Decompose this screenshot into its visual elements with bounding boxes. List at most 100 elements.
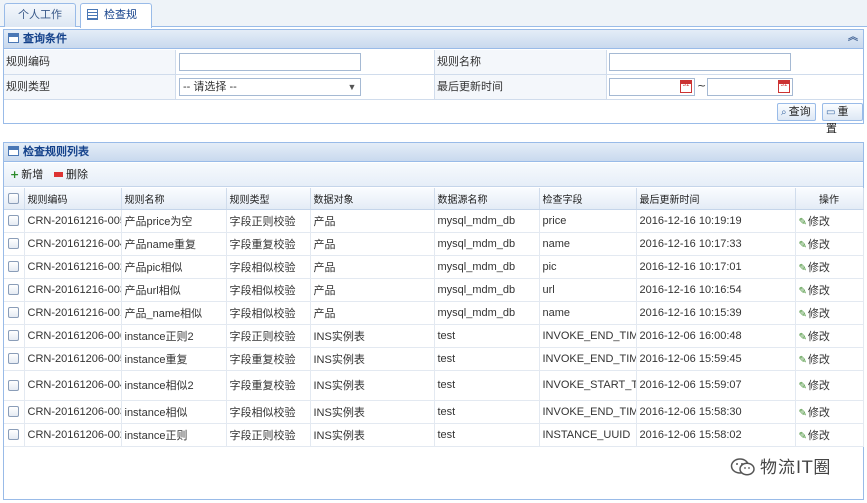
cell-updated: 2016-12-06 15:59:07 (636, 370, 796, 401)
cell-updated: 2016-12-06 16:00:48 (636, 324, 796, 348)
cell-source: mysql_mdm_db (434, 301, 540, 325)
table-row[interactable]: CRN-20161206-002 instance正则 字段正则校验 INS实例表 te… (4, 423, 864, 447)
cell-name: instance重复 (121, 347, 227, 371)
cell-source: mysql_mdm_db (434, 232, 540, 256)
cell-field: name (539, 232, 637, 256)
tab-check-rules[interactable]: 检查规则:. (80, 3, 152, 43)
cell-field: url (539, 278, 637, 302)
column-header[interactable]: 检查字段 (539, 188, 637, 210)
minus-icon (54, 172, 63, 177)
grid-icon (87, 9, 98, 20)
table-row[interactable]: CRN-20161206-005 instance重复 字段重复校验 INS实例表 te… (4, 347, 864, 371)
cell-code: CRN-20161206-002 (24, 423, 122, 447)
tab-personal-workbench[interactable]: 个人工作台 (4, 3, 76, 43)
cell-object: 产品 (310, 301, 435, 325)
calendar-icon[interactable]: 31 (778, 80, 790, 93)
cell-name: instance正则 (121, 423, 227, 447)
row-checkbox[interactable] (4, 423, 25, 447)
cell-type: 字段正则校验 (226, 209, 311, 233)
row-checkbox[interactable] (4, 209, 25, 233)
cell-name: instance相似 (121, 400, 227, 424)
edit-link[interactable]: ✎修改 (795, 209, 864, 233)
table-header-row: 规则编码 规则名称 规则类型 数据对象 数据源名称 检查字段 最后更新时间 操作 (4, 188, 864, 210)
table-row[interactable]: CRN-20161206-006 instance正则2 字段正则校验 INS实例表 t… (4, 324, 864, 348)
table-row[interactable]: CRN-20161216-005 产品price为空 字段正则校验 产品 mysql_m… (4, 209, 864, 233)
column-header[interactable]: 规则名称 (121, 188, 227, 210)
edit-link[interactable]: ✎修改 (795, 347, 864, 371)
row-checkbox[interactable] (4, 301, 25, 325)
cell-source: test (434, 347, 540, 371)
table-row[interactable]: CRN-20161206-003 instance相似 字段相似校验 INS实例表 te… (4, 400, 864, 424)
reset-button[interactable]: ▭ 重置 (822, 103, 863, 135)
rule-list-panel: 检查规则列表 + 新增 删除 规则编码 规则名称 规则类型 数据对象 数据源名称 … (3, 142, 864, 500)
edit-link[interactable]: ✎修改 (795, 301, 864, 325)
cell-type: 字段正则校验 (226, 324, 311, 348)
query-panel: 查询条件 ︽ 规则编码 规则名称 规则类型 -- 请选择 -- ▼ 最后更新时间… (3, 29, 864, 135)
edit-link[interactable]: ✎修改 (795, 255, 864, 279)
cell-name: 产品price为空 (121, 209, 227, 233)
cell-object: INS实例表 (310, 370, 435, 401)
column-header[interactable]: 规则类型 (226, 188, 311, 210)
cell-code: CRN-20161216-005 (24, 209, 122, 233)
row-checkbox[interactable] (4, 370, 25, 401)
column-header[interactable]: 数据源名称 (434, 188, 540, 210)
row-checkbox[interactable] (4, 232, 25, 256)
list-panel-title: 检查规则列表 (23, 145, 89, 158)
edit-link[interactable]: ✎修改 (795, 324, 864, 348)
cell-updated: 2016-12-06 15:58:30 (636, 400, 796, 424)
cell-code: CRN-20161206-003 (24, 400, 122, 424)
cell-object: 产品 (310, 209, 435, 233)
column-header[interactable]: 数据对象 (310, 188, 435, 210)
rule-type-selected: -- 请选择 -- (183, 81, 237, 93)
select-all-checkbox[interactable] (4, 188, 25, 210)
rule-name-input[interactable] (609, 53, 791, 71)
search-icon: ⌕ (781, 107, 787, 118)
edit-link[interactable]: ✎修改 (795, 370, 864, 401)
cell-object: 产品 (310, 232, 435, 256)
cell-type: 字段重复校验 (226, 370, 311, 401)
calendar-icon[interactable]: 31 (680, 80, 692, 93)
cell-type: 字段重复校验 (226, 347, 311, 371)
cell-code: CRN-20161206-006 (24, 324, 122, 348)
table-row[interactable]: CRN-20161216-003 产品url相似 字段相似校验 产品 mysql_mdm… (4, 278, 864, 302)
updated-from-input[interactable]: 31 (609, 78, 695, 96)
cell-source: test (434, 324, 540, 348)
table-row[interactable]: CRN-20161216-002 产品pic相似 字段相似校验 产品 mysql_mdm… (4, 255, 864, 279)
edit-link[interactable]: ✎修改 (795, 423, 864, 447)
cell-object: 产品 (310, 278, 435, 302)
pencil-icon: ✎ (798, 262, 807, 274)
cell-type: 字段正则校验 (226, 423, 311, 447)
table-row[interactable]: CRN-20161216-004 产品name重复 字段重复校验 产品 mysql_md… (4, 232, 864, 256)
cell-field: pic (539, 255, 637, 279)
edit-link[interactable]: ✎修改 (795, 232, 864, 256)
cell-object: INS实例表 (310, 347, 435, 371)
list-icon (8, 146, 19, 156)
table-row[interactable]: CRN-20161206-004 instance相似2 字段重复校验 INS实例表 t… (4, 370, 864, 401)
cell-updated: 2016-12-06 15:58:02 (636, 423, 796, 447)
column-header[interactable]: 最后更新时间 (636, 188, 796, 210)
column-header: 操作 (795, 188, 864, 210)
cell-code: CRN-20161206-005 (24, 347, 122, 371)
delete-button[interactable]: 删除 (52, 166, 88, 184)
rule-code-input[interactable] (179, 53, 361, 71)
column-header[interactable]: 规则编码 (24, 188, 122, 210)
table-row[interactable]: CRN-20161216-001 产品_name相似 字段相似校验 产品 mysql_m… (4, 301, 864, 325)
rule-type-select[interactable]: -- 请选择 -- ▼ (179, 78, 361, 96)
add-button[interactable]: + 新增 (8, 166, 43, 184)
edit-link[interactable]: ✎修改 (795, 400, 864, 424)
list-panel-header: 检查规则列表 (4, 143, 863, 162)
row-checkbox[interactable] (4, 324, 25, 348)
updated-to-input[interactable]: 31 (707, 78, 793, 96)
row-checkbox[interactable] (4, 347, 25, 371)
search-button[interactable]: ⌕ 查询 (777, 103, 816, 121)
cell-field: INVOKE_START_TIME (539, 370, 637, 401)
rule-type-label: 规则类型 (4, 75, 176, 99)
pencil-icon: ✎ (798, 216, 807, 228)
cell-updated: 2016-12-16 10:19:19 (636, 209, 796, 233)
cell-code: CRN-20161216-002 (24, 255, 122, 279)
collapse-icon[interactable]: ︽ (847, 32, 859, 44)
row-checkbox[interactable] (4, 400, 25, 424)
row-checkbox[interactable] (4, 255, 25, 279)
edit-link[interactable]: ✎修改 (795, 278, 864, 302)
row-checkbox[interactable] (4, 278, 25, 302)
